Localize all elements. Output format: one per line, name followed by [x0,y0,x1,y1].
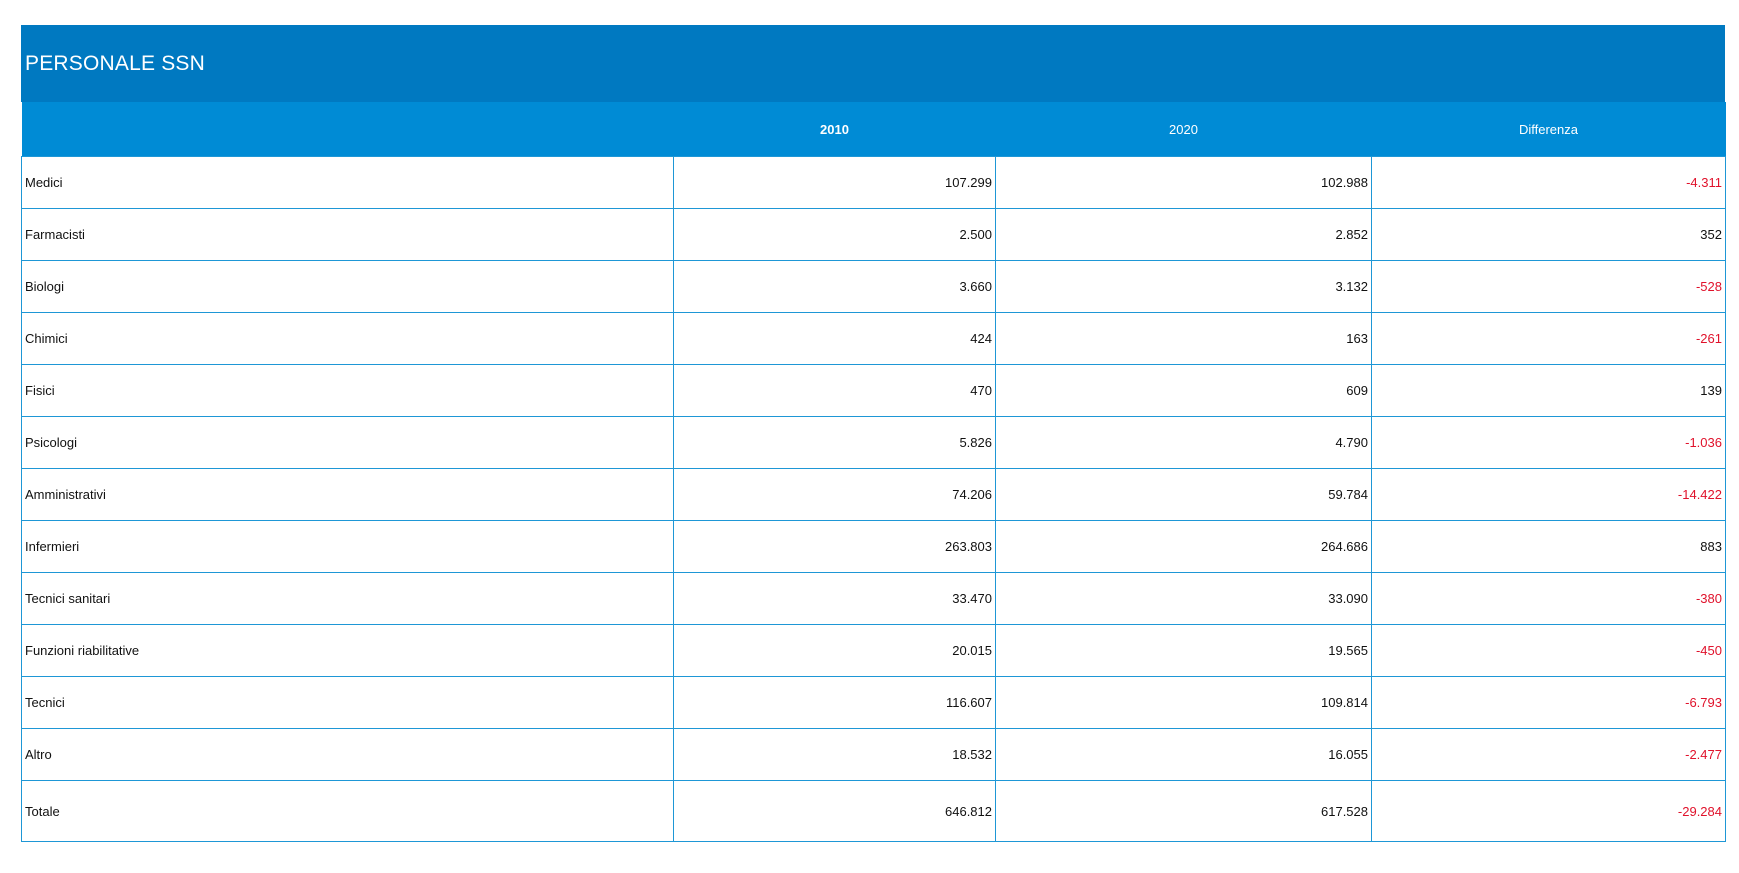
table-row: Altro 18.532 16.055 -2.477 [21,728,1726,781]
value-2020-cell: 102.988 [995,156,1372,209]
table-row: Tecnici sanitari 33.470 33.090 -380 [21,572,1726,625]
value-2010-cell: 5.826 [673,416,996,469]
difference-cell: -380 [1371,572,1726,625]
row-label-cell: Psicologi [21,416,674,469]
value-2020-cell: 3.132 [995,260,1372,313]
row-label-cell: Farmacisti [21,208,674,261]
table-row: Amministrativi 74.206 59.784 -14.422 [21,468,1726,521]
table-row: Psicologi 5.826 4.790 -1.036 [21,416,1726,469]
table-row: Infermieri 263.803 264.686 883 [21,520,1726,573]
column-header-2010: 2010 [673,102,996,157]
value-2010-cell: 74.206 [673,468,996,521]
value-2010-cell: 646.812 [673,780,996,842]
difference-cell: -29.284 [1371,780,1726,842]
table-row: Medici 107.299 102.988 -4.311 [21,156,1726,209]
difference-cell: -6.793 [1371,676,1726,729]
table-title: PERSONALE SSN [25,51,205,75]
table-row: Fisici 470 609 139 [21,364,1726,417]
row-label-cell: Infermieri [21,520,674,573]
value-2020-cell: 2.852 [995,208,1372,261]
value-2010-cell: 33.470 [673,572,996,625]
table-row: Totale 646.812 617.528 -29.284 [21,780,1726,842]
value-2010-cell: 3.660 [673,260,996,313]
row-label-cell: Biologi [21,260,674,313]
table-row: Biologi 3.660 3.132 -528 [21,260,1726,313]
row-label-cell: Totale [21,780,674,842]
difference-cell: 139 [1371,364,1726,417]
value-2020-cell: 19.565 [995,624,1372,677]
personale-table: 2010 2020 Differenza Medici 107.299 102.98… [21,102,1726,842]
value-2020-cell: 59.784 [995,468,1372,521]
data-table-container: PERSONALE SSN 2010 2020 Differenza Medic… [21,25,1726,842]
value-2010-cell: 116.607 [673,676,996,729]
value-2010-cell: 470 [673,364,996,417]
value-2020-cell: 33.090 [995,572,1372,625]
value-2010-cell: 20.015 [673,624,996,677]
column-header-label [21,102,674,157]
difference-cell: -14.422 [1371,468,1726,521]
table-row: Funzioni riabilitative 20.015 19.565 -450 [21,624,1726,677]
difference-cell: -2.477 [1371,728,1726,781]
column-header-differenza: Differenza [1371,102,1726,157]
difference-cell: -528 [1371,260,1726,313]
difference-cell: -1.036 [1371,416,1726,469]
value-2020-cell: 617.528 [995,780,1372,842]
value-2010-cell: 263.803 [673,520,996,573]
header-row: 2010 2020 Differenza [21,102,1726,157]
value-2020-cell: 264.686 [995,520,1372,573]
difference-cell: -261 [1371,312,1726,365]
table-title-bar: PERSONALE SSN [21,25,1725,102]
column-header-2020: 2020 [995,102,1372,157]
value-2020-cell: 16.055 [995,728,1372,781]
value-2010-cell: 107.299 [673,156,996,209]
row-label-cell: Funzioni riabilitative [21,624,674,677]
row-label-cell: Tecnici sanitari [21,572,674,625]
table-row: Farmacisti 2.500 2.852 352 [21,208,1726,261]
difference-cell: 352 [1371,208,1726,261]
difference-cell: -450 [1371,624,1726,677]
table-row: Chimici 424 163 -261 [21,312,1726,365]
value-2020-cell: 163 [995,312,1372,365]
difference-cell: -4.311 [1371,156,1726,209]
value-2010-cell: 424 [673,312,996,365]
value-2010-cell: 2.500 [673,208,996,261]
difference-cell: 883 [1371,520,1726,573]
table-row: Tecnici 116.607 109.814 -6.793 [21,676,1726,729]
row-label-cell: Medici [21,156,674,209]
row-label-cell: Fisici [21,364,674,417]
value-2020-cell: 4.790 [995,416,1372,469]
row-label-cell: Altro [21,728,674,781]
row-label-cell: Amministrativi [21,468,674,521]
value-2020-cell: 609 [995,364,1372,417]
value-2010-cell: 18.532 [673,728,996,781]
value-2020-cell: 109.814 [995,676,1372,729]
row-label-cell: Tecnici [21,676,674,729]
table-body: Medici 107.299 102.988 -4.311 Farmacisti 2.50… [21,156,1726,842]
row-label-cell: Chimici [21,312,674,365]
